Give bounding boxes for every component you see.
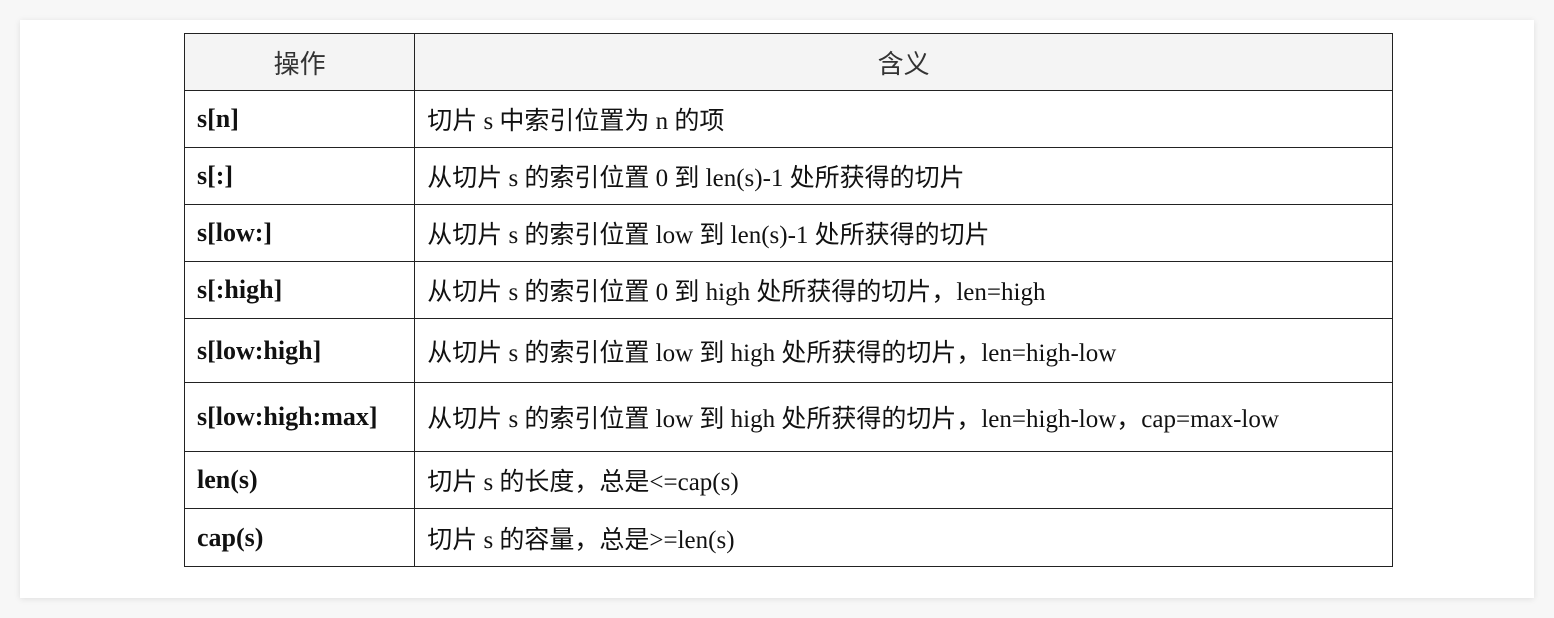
table-row: cap(s) 切片 s 的容量，总是>=len(s)	[183, 508, 1393, 567]
operation-cell: s[:high]	[183, 261, 416, 319]
table-row: s[n] 切片 s 中索引位置为 n 的项	[183, 90, 1393, 148]
table-row: len(s) 切片 s 的长度，总是<=cap(s)	[183, 451, 1393, 509]
operation-cell: cap(s)	[183, 508, 416, 567]
meaning-cell: 切片 s 的长度，总是<=cap(s)	[414, 451, 1393, 509]
header-operation: 操作	[183, 33, 416, 91]
table-row: s[low:high:max] 从切片 s 的索引位置 low 到 high 处…	[183, 382, 1393, 452]
operation-cell: s[low:high]	[183, 318, 416, 383]
meaning-cell: 切片 s 中索引位置为 n 的项	[414, 90, 1393, 148]
meaning-cell: 从切片 s 的索引位置 0 到 len(s)-1 处所获得的切片	[414, 147, 1393, 205]
meaning-cell: 从切片 s 的索引位置 low 到 high 处所获得的切片，len=high-…	[414, 382, 1393, 452]
operation-cell: s[n]	[183, 90, 416, 148]
table-row: s[:high] 从切片 s 的索引位置 0 到 high 处所获得的切片，le…	[183, 261, 1393, 319]
document-card: 操作 含义 s[n] 切片 s 中索引位置为 n 的项 s[:] 从切片 s 的…	[20, 20, 1534, 598]
table-row: s[low:high] 从切片 s 的索引位置 low 到 high 处所获得的…	[183, 318, 1393, 383]
slice-operations-table: 操作 含义 s[n] 切片 s 中索引位置为 n 的项 s[:] 从切片 s 的…	[183, 33, 1393, 567]
table-row: s[low:] 从切片 s 的索引位置 low 到 len(s)-1 处所获得的…	[183, 204, 1393, 262]
meaning-cell: 从切片 s 的索引位置 low 到 len(s)-1 处所获得的切片	[414, 204, 1393, 262]
table-row: s[:] 从切片 s 的索引位置 0 到 len(s)-1 处所获得的切片	[183, 147, 1393, 205]
meaning-cell: 从切片 s 的索引位置 low 到 high 处所获得的切片，len=high-…	[414, 318, 1393, 383]
operation-cell: len(s)	[183, 451, 416, 509]
operation-cell: s[:]	[183, 147, 416, 205]
meaning-cell: 从切片 s 的索引位置 0 到 high 处所获得的切片，len=high	[414, 261, 1393, 319]
meaning-cell: 切片 s 的容量，总是>=len(s)	[414, 508, 1393, 567]
operation-cell: s[low:]	[183, 204, 416, 262]
header-meaning: 含义	[414, 33, 1393, 91]
table-header-row: 操作 含义	[183, 33, 1393, 91]
operation-cell: s[low:high:max]	[183, 382, 416, 452]
